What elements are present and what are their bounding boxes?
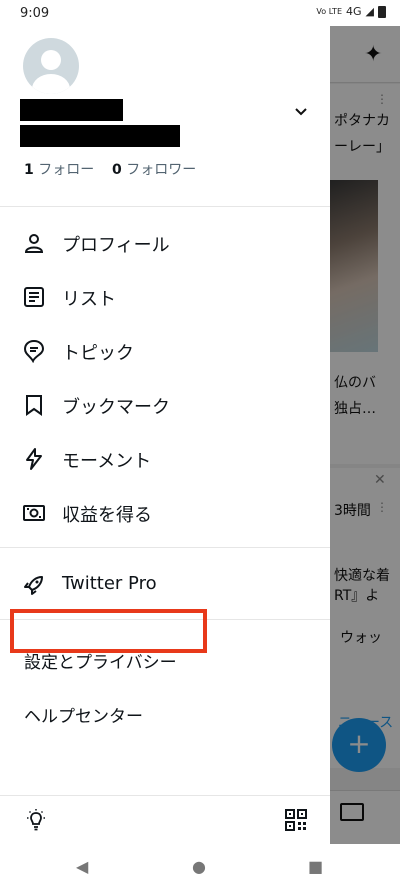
person-icon [24,234,44,253]
menu-item-monetization[interactable]: 収益を得る [0,486,330,540]
menu-item-lists[interactable]: リスト [0,270,330,324]
status-bar: 9:09 Vo LTE 4G ◢ [0,0,400,26]
bookmark-icon [26,395,42,416]
help-label: ヘルプセンター [24,707,143,727]
menu-item-label: Twitter Pro [62,573,157,594]
status-time: 9:09 [20,6,50,21]
menu-item-moments[interactable]: モーメント [0,432,330,486]
following-count: 1 [24,162,34,178]
menu-item-profile[interactable]: プロフィール [0,216,330,270]
menu-item-help[interactable]: ヘルプセンター [0,690,330,736]
qr-code-icon[interactable] [284,808,308,832]
divider [0,547,330,548]
menu-item-label: 収益を得る [62,505,152,526]
menu-item-topics[interactable]: トピック [0,324,330,378]
system-navigation-bar: ◀ ● ■ [0,844,400,889]
menu-item-label: トピック [62,343,134,364]
settings-highlight-box [10,609,207,653]
avatar[interactable] [23,38,79,94]
following-label[interactable]: フォロー [38,162,94,178]
volte-indicator: Vo LTE [316,7,342,16]
divider [0,795,330,796]
menu-item-bookmarks[interactable]: ブックマーク [0,378,330,432]
home-icon[interactable]: ● [192,857,206,876]
list-icon [24,287,44,307]
signal-icon: ◢ [365,5,374,18]
followers-label[interactable]: フォロワー [126,162,196,178]
lightbulb-icon[interactable] [24,808,48,832]
topic-icon [23,339,45,363]
menu-item-twitter-pro[interactable]: Twitter Pro [0,558,330,612]
rocket-icon [24,576,43,595]
redacted-username [20,125,180,147]
battery-icon [378,5,386,18]
menu-item-label: プロフィール [62,235,170,256]
divider [0,206,330,207]
status-icons: Vo LTE 4G ◢ [316,5,386,18]
signal-label: 4G [346,5,362,18]
recents-icon[interactable]: ■ [308,857,323,876]
menu-item-label: モーメント [62,451,152,472]
chevron-down-icon[interactable] [294,104,308,118]
navigation-drawer: 1 フォロー 0 フォロワー プロフィール リスト トピック ブックマーク モー… [0,26,330,844]
money-icon [23,505,45,521]
menu-item-label: ブックマーク [62,397,170,418]
redacted-display-name [20,99,123,121]
follow-stats: 1 フォロー 0 フォロワー [24,159,196,179]
menu-item-label: リスト [62,289,116,310]
back-icon[interactable]: ◀ [76,857,88,876]
lightning-icon [26,448,42,470]
followers-count: 0 [112,162,122,178]
